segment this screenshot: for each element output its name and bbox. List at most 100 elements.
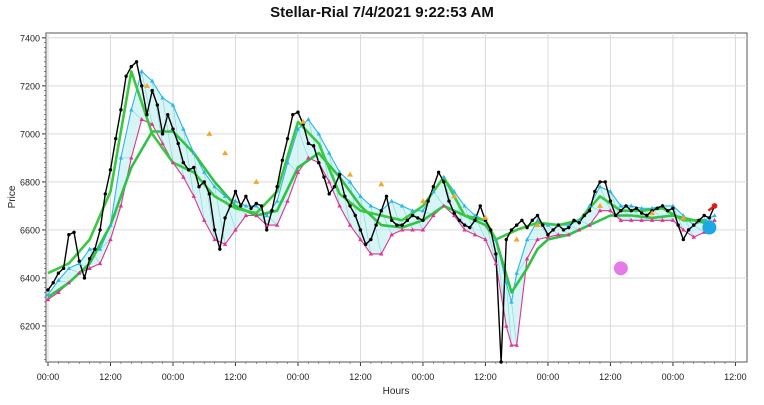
price-point: [306, 141, 311, 146]
price-point: [546, 233, 550, 237]
price-point: [218, 247, 222, 251]
price-point: [223, 216, 227, 220]
price-point: [442, 180, 446, 184]
chart-container: Stellar-Rial 7/4/2021 9:22:53 AM 6200 640…: [0, 0, 764, 405]
x-tick-label: 00:00: [662, 372, 685, 382]
price-point: [171, 127, 175, 131]
price-point: [348, 204, 352, 208]
price-point: [259, 204, 264, 208]
x-tick-label: 00:00: [37, 372, 60, 382]
price-point: [108, 168, 113, 172]
price-point: [384, 194, 389, 198]
orange-marker: [513, 236, 520, 242]
price-point: [379, 209, 383, 213]
x-tick-label: 00:00: [537, 372, 560, 382]
price-point: [317, 160, 321, 165]
price-point: [634, 206, 639, 211]
x-tick-label: 00:00: [287, 372, 310, 382]
price-point: [452, 211, 456, 215]
price-point: [598, 180, 602, 184]
price-point: [514, 223, 519, 227]
y-tick-label: 6200: [20, 321, 40, 331]
cyan-dot: [702, 220, 717, 235]
price-point: [176, 141, 180, 146]
price-point: [416, 216, 420, 220]
price-point: [504, 237, 508, 242]
price-point: [233, 189, 238, 194]
x-tick-label: 12:00: [474, 372, 497, 382]
price-point: [697, 218, 701, 223]
price-point: [186, 168, 191, 172]
price-point: [457, 218, 462, 223]
price-point: [655, 206, 659, 211]
x-tick-label: 12:00: [349, 372, 372, 382]
y-tick-label: 6400: [20, 273, 40, 283]
price-point: [140, 84, 144, 88]
price-point: [327, 192, 331, 196]
price-point: [572, 218, 576, 223]
price-point: [296, 110, 300, 114]
price-point: [363, 242, 368, 247]
price-point: [488, 228, 493, 232]
price-point: [395, 223, 399, 227]
price-point: [671, 206, 675, 211]
upper-point: [139, 69, 144, 74]
price-point: [530, 218, 535, 223]
price-point: [613, 213, 618, 218]
price-point: [426, 199, 430, 203]
price-point: [645, 213, 649, 218]
price-point: [212, 228, 217, 232]
price-point: [311, 144, 316, 148]
x-tick-label: 12:00: [99, 372, 122, 382]
price-point: [692, 223, 696, 227]
y-tick-label: 7000: [20, 129, 40, 139]
price-point: [431, 184, 436, 189]
price-point: [535, 213, 540, 218]
price-point: [660, 204, 665, 208]
price-point: [124, 74, 128, 78]
price-point: [134, 60, 139, 64]
price-point: [619, 209, 623, 213]
price-point: [61, 266, 66, 271]
x-axis-label: Hours: [383, 386, 410, 397]
price-point: [400, 223, 404, 227]
price-point: [114, 136, 118, 141]
price-point: [129, 64, 134, 69]
price-point: [707, 216, 712, 220]
price-point: [192, 165, 196, 170]
price-point: [228, 204, 232, 208]
x-tick-label: 12:00: [224, 372, 247, 382]
price-point: [150, 88, 154, 93]
y-tick-label: 6600: [20, 225, 40, 235]
price-point: [561, 228, 566, 232]
price-point: [525, 225, 529, 230]
price-point: [160, 132, 165, 136]
price-point: [98, 228, 102, 232]
price-point: [702, 213, 706, 218]
price-point: [603, 180, 607, 184]
price-point: [244, 194, 248, 198]
price-point: [77, 259, 81, 263]
upper-point: [441, 174, 446, 179]
price-point: [390, 218, 394, 223]
price-point: [567, 225, 571, 230]
upper-point: [712, 213, 717, 218]
price-point: [254, 201, 259, 206]
price-point: [103, 192, 107, 196]
price-point: [608, 199, 613, 203]
price-point: [145, 112, 149, 117]
price-point: [275, 184, 279, 189]
x-tick-label: 12:00: [724, 372, 747, 382]
price-point: [541, 223, 545, 227]
price-point: [249, 206, 253, 211]
upper-point: [306, 117, 311, 122]
price-point: [374, 223, 378, 227]
price-point: [207, 192, 212, 196]
price-point: [405, 218, 410, 223]
price-point: [582, 213, 587, 218]
price-point: [587, 209, 592, 213]
price-point: [494, 252, 498, 256]
price-point: [421, 218, 425, 223]
price-point: [56, 271, 61, 275]
price-point: [197, 184, 201, 189]
